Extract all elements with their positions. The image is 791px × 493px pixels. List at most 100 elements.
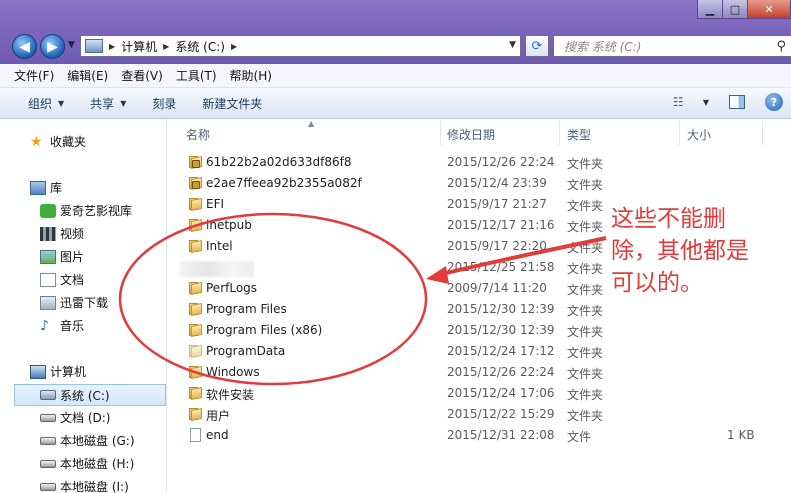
table-row[interactable]: Program Files (x86) 2015/12/30 12:39 文件夹 bbox=[168, 320, 791, 341]
new-folder-button[interactable]: 新建文件夹 bbox=[202, 95, 262, 112]
file-type: 文件夹 bbox=[567, 241, 604, 255]
table-row[interactable]: e2ae7ffeea92b2355a082f 2015/12/4 23:39 文… bbox=[168, 173, 791, 194]
folder-icon bbox=[189, 303, 203, 316]
sidebar-item-pictures[interactable]: 图片 bbox=[40, 248, 84, 265]
column-date[interactable]: 修改日期 bbox=[447, 126, 495, 143]
folder-icon bbox=[189, 408, 203, 421]
close-button[interactable]: ✕ bbox=[747, 0, 791, 19]
search-input[interactable]: 搜索 系统 (C:) ⚲ bbox=[553, 35, 791, 57]
sidebar-item-favorites[interactable]: ★ 收藏夹 bbox=[30, 133, 86, 150]
table-row[interactable]: ProgramData 2015/12/24 17:12 文件夹 bbox=[168, 341, 791, 362]
file-type: 文件夹 bbox=[567, 283, 604, 297]
file-type: 文件夹 bbox=[567, 346, 604, 360]
file-date: 2015/12/26 22:24 bbox=[447, 365, 555, 379]
sidebar-item-libraries[interactable]: 库 bbox=[30, 179, 62, 196]
organize-button[interactable]: 组织 ▼ bbox=[28, 95, 64, 112]
file-name: 61b22b2a02d633df86f8 bbox=[206, 155, 352, 169]
preview-pane-icon[interactable] bbox=[729, 95, 745, 109]
file-date: 2015/12/30 12:39 bbox=[447, 302, 555, 316]
column-type[interactable]: 类型 bbox=[567, 126, 591, 143]
sidebar-item-label: 文档 (D:) bbox=[60, 411, 111, 425]
file-date: 2009/7/14 11:20 bbox=[447, 281, 547, 295]
table-row[interactable]: Program Files 2015/12/30 12:39 文件夹 bbox=[168, 299, 791, 320]
menu-tools[interactable]: 工具(T) bbox=[176, 67, 217, 84]
sidebar-item-drive-d[interactable]: 文档 (D:) bbox=[40, 409, 110, 426]
address-bar[interactable]: ▶ 计算机 ▶ 系统 (C:) ▶ ▼ bbox=[80, 35, 521, 57]
sidebar-item-label: 音乐 bbox=[60, 319, 85, 333]
menu-edit[interactable]: 编辑(E) bbox=[67, 67, 108, 84]
column-header: ▲ 名称 修改日期 类型 大小 bbox=[168, 119, 791, 147]
search-placeholder: 搜索 系统 (C:) bbox=[564, 39, 642, 54]
view-dropdown-icon[interactable]: ▼ bbox=[703, 98, 709, 107]
file-date: 2015/12/31 22:08 bbox=[447, 428, 555, 442]
search-icon[interactable]: ⚲ bbox=[776, 39, 786, 54]
sidebar-item-label: 迅雷下载 bbox=[60, 296, 109, 310]
star-icon: ★ bbox=[30, 133, 43, 150]
table-row[interactable]: 用户 2015/12/22 15:29 文件夹 bbox=[168, 404, 791, 425]
sidebar-item-videos[interactable]: 视频 bbox=[40, 225, 84, 242]
column-divider[interactable] bbox=[762, 121, 763, 145]
column-size[interactable]: 大小 bbox=[687, 126, 711, 143]
menu-view[interactable]: 查看(V) bbox=[121, 67, 163, 84]
menu-file[interactable]: 文件(F) bbox=[14, 67, 54, 84]
help-icon[interactable]: ? bbox=[765, 93, 783, 111]
address-dropdown-icon[interactable]: ▼ bbox=[509, 40, 516, 50]
maximize-button[interactable]: □ bbox=[722, 0, 748, 19]
sidebar-item-label: 本地磁盘 (H:) bbox=[60, 457, 135, 471]
sidebar-item-iqiyi[interactable]: 爱奇艺影视库 bbox=[40, 202, 132, 219]
file-date: 2015/12/4 23:39 bbox=[447, 176, 547, 190]
file-type: 文件夹 bbox=[567, 220, 604, 234]
file-name: Program Files (x86) bbox=[206, 323, 323, 337]
table-row[interactable]: Windows 2015/12/26 22:24 文件夹 bbox=[168, 362, 791, 383]
folder-icon bbox=[189, 240, 203, 253]
chevron-right-icon[interactable]: ▶ bbox=[163, 42, 169, 51]
column-name[interactable]: 名称 bbox=[186, 126, 210, 143]
sidebar-item-drive-h[interactable]: 本地磁盘 (H:) bbox=[40, 455, 134, 472]
sidebar-item-documents[interactable]: 文档 bbox=[40, 271, 84, 288]
table-row[interactable]: 61b22b2a02d633df86f8 2015/12/26 22:24 文件… bbox=[168, 152, 791, 173]
sidebar-item-label: 爱奇艺影视库 bbox=[60, 204, 133, 218]
folder-icon bbox=[189, 282, 203, 295]
sidebar-item-label: 计算机 bbox=[50, 365, 87, 379]
file-type: 文件夹 bbox=[567, 388, 604, 402]
file-name: e2ae7ffeea92b2355a082f bbox=[206, 176, 362, 190]
sort-caret-icon: ▲ bbox=[308, 119, 315, 128]
chevron-right-icon[interactable]: ▶ bbox=[231, 42, 237, 51]
file-type: 文件夹 bbox=[567, 409, 604, 423]
file-date: 2015/12/25 21:58 bbox=[447, 260, 555, 274]
table-row[interactable]: end 2015/12/31 22:08 文件 1 KB bbox=[168, 425, 791, 446]
file-type: 文件 bbox=[567, 430, 592, 444]
sidebar-item-label: 系统 (C:) bbox=[60, 388, 110, 403]
breadcrumb-computer[interactable]: 计算机 bbox=[121, 38, 157, 55]
sidebar-item-drive-i[interactable]: 本地磁盘 (I:) bbox=[40, 478, 129, 493]
view-controls: ☷ ▼ ? bbox=[673, 93, 791, 111]
minimize-button[interactable]: ▁ bbox=[697, 0, 723, 19]
chevron-right-icon[interactable]: ▶ bbox=[109, 42, 115, 51]
computer-icon bbox=[30, 364, 46, 379]
sidebar-item-thunder-downloads[interactable]: 迅雷下载 bbox=[40, 294, 108, 311]
forward-button[interactable]: ▶ bbox=[40, 34, 65, 59]
file-size: 1 KB bbox=[727, 428, 755, 442]
table-row[interactable]: 软件安装 2015/12/24 17:06 文件夹 bbox=[168, 383, 791, 404]
column-divider[interactable] bbox=[559, 121, 560, 145]
sidebar-item-label: 本地磁盘 (G:) bbox=[60, 434, 135, 448]
share-button[interactable]: 共享 ▼ bbox=[90, 95, 126, 112]
breadcrumb-drive-c[interactable]: 系统 (C:) bbox=[175, 38, 225, 55]
document-icon bbox=[40, 272, 56, 287]
column-divider[interactable] bbox=[440, 121, 441, 145]
recent-pages-dropdown[interactable]: ▼ bbox=[68, 40, 75, 50]
column-divider[interactable] bbox=[679, 121, 680, 145]
file-date: 2015/12/22 15:29 bbox=[447, 407, 555, 421]
refresh-button[interactable]: ⟳ bbox=[525, 35, 549, 57]
file-type: 文件夹 bbox=[567, 178, 604, 192]
back-button[interactable]: ◀ bbox=[12, 34, 37, 59]
sidebar-item-label: 文档 bbox=[60, 273, 85, 287]
sidebar-item-drive-g[interactable]: 本地磁盘 (G:) bbox=[40, 432, 135, 449]
sidebar-item-computer[interactable]: 计算机 bbox=[30, 363, 86, 380]
sidebar-item-music[interactable]: ♪ 音乐 bbox=[40, 317, 84, 334]
burn-button[interactable]: 刻录 bbox=[152, 95, 176, 112]
view-mode-icon[interactable]: ☷ bbox=[673, 95, 689, 109]
title-bar: ▁ □ ✕ ◀ ▶ ▼ ▶ 计算机 ▶ 系统 (C:) ▶ ▼ ⟳ 搜索 系统 … bbox=[0, 0, 791, 64]
sidebar-item-drive-c[interactable]: 系统 (C:) bbox=[14, 384, 166, 406]
menu-help[interactable]: 帮助(H) bbox=[230, 67, 272, 84]
